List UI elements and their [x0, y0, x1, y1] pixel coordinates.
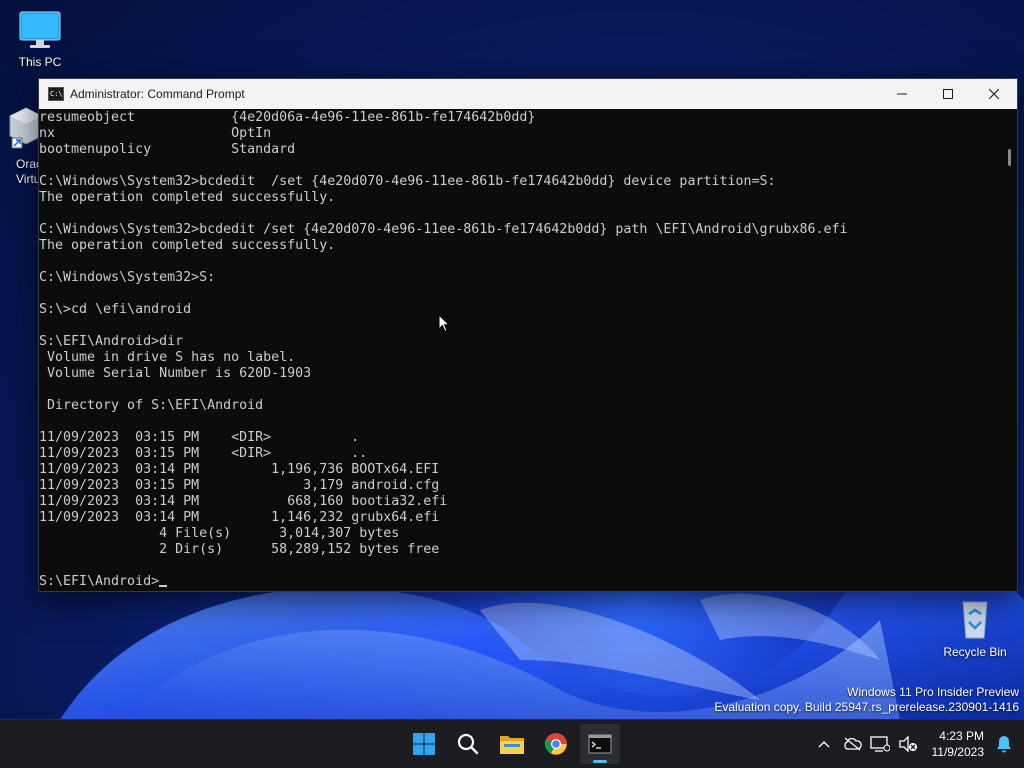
evaluation-watermark: Windows 11 Pro Insider Preview Evaluatio…	[714, 685, 1019, 715]
desktop-icon-this-pc[interactable]: This PC	[0, 10, 80, 69]
close-button[interactable]	[971, 79, 1017, 109]
clock-time: 4:23 PM	[939, 729, 984, 743]
clock-date: 11/9/2023	[931, 745, 985, 759]
command-prompt-taskbar-button[interactable]	[580, 724, 620, 764]
maximize-button[interactable]	[925, 79, 971, 109]
taskbar-apps	[404, 720, 620, 768]
show-hidden-icons-button[interactable]	[810, 724, 838, 764]
monitor-icon	[19, 11, 61, 48]
desktop-icon-recycle-bin[interactable]: Recycle Bin	[935, 596, 1015, 659]
chrome-icon	[544, 733, 567, 755]
system-tray: 4:23 PM 11/9/2023	[810, 720, 1024, 768]
command-prompt-icon[interactable]: C:\	[48, 87, 64, 101]
chevron-up-icon	[818, 741, 829, 748]
text-cursor	[159, 585, 168, 587]
search-icon	[457, 733, 479, 755]
desktop-icon-label: Recycle Bin	[943, 645, 1007, 659]
watermark-line: Evaluation copy. Build 25947.rs_prerelea…	[714, 700, 1019, 714]
command-prompt-line: S:\EFI\Android>	[39, 574, 160, 589]
start-button[interactable]	[404, 724, 444, 764]
network-button[interactable]	[866, 724, 894, 764]
bell-icon	[997, 736, 1011, 753]
file-explorer-button[interactable]	[492, 724, 532, 764]
cloud-offline-icon	[843, 737, 862, 751]
window-title: Administrator: Command Prompt	[70, 87, 245, 101]
volume-muted-icon	[898, 736, 917, 752]
folder-icon	[500, 736, 524, 754]
command-prompt-window[interactable]: C:\ Administrator: Command Prompt resume…	[38, 78, 1018, 592]
volume-button[interactable]	[894, 724, 922, 764]
search-button[interactable]	[448, 724, 488, 764]
taskbar: 4:23 PM 11/9/2023	[0, 719, 1024, 768]
title-bar[interactable]: C:\ Administrator: Command Prompt	[39, 79, 1017, 109]
recycle-bin-icon	[962, 601, 988, 639]
close-icon	[989, 89, 999, 99]
watermark-line: Windows 11 Pro Insider Preview	[847, 685, 1019, 699]
clock-button[interactable]: 4:23 PM 11/9/2023	[932, 728, 985, 760]
notifications-button[interactable]	[990, 724, 1018, 764]
mouse-pointer-icon	[438, 314, 450, 333]
terminal-icon	[588, 734, 612, 754]
onedrive-button[interactable]	[838, 724, 866, 764]
console-output[interactable]: resumeobject {4e20d06a-4e96-11ee-861b-fe…	[39, 109, 1001, 591]
desktop-icon-label: This PC	[18, 55, 62, 69]
vertical-scrollbar[interactable]	[1001, 109, 1017, 591]
window-controls	[879, 79, 1017, 109]
maximize-icon	[943, 89, 953, 99]
console-text: resumeobject {4e20d06a-4e96-11ee-861b-fe…	[39, 110, 848, 557]
chrome-button[interactable]	[536, 724, 576, 764]
minimize-button[interactable]	[879, 79, 925, 109]
network-icon	[869, 736, 890, 752]
scrollbar-thumb[interactable]	[1008, 149, 1011, 166]
windows-logo-icon	[413, 733, 435, 755]
minimize-icon	[897, 93, 907, 95]
